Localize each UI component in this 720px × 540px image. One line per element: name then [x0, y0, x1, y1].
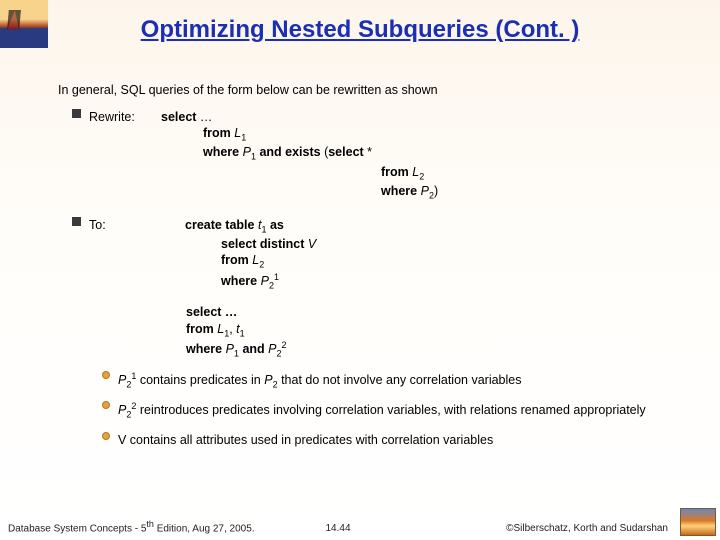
rewrite-label: Rewrite:	[89, 109, 161, 126]
kw-where: where	[221, 274, 261, 288]
kw-create-table: create table	[185, 218, 258, 232]
footer-copyright: ©Silberschatz, Korth and Sudarshan	[359, 523, 712, 534]
slide-body: In general, SQL queries of the form belo…	[58, 82, 684, 448]
square-bullet-icon	[72, 109, 81, 118]
star: *	[367, 145, 372, 159]
sailboat-logo	[0, 0, 48, 48]
sub: 1	[240, 328, 245, 338]
note-item: P22 reintroduces predicates involving co…	[102, 401, 684, 422]
kw-as: as	[266, 218, 283, 232]
kw-select: select	[328, 145, 367, 159]
var-P: P	[261, 274, 269, 288]
sub: 1	[241, 133, 246, 143]
sunset-logo	[680, 508, 716, 536]
kw-from: from	[203, 126, 234, 140]
sup: th	[146, 519, 154, 529]
kw-where: where	[381, 184, 421, 198]
txt: V contains all attributes used in predic…	[118, 432, 684, 449]
txt: that do not involve any correlation vari…	[278, 373, 522, 387]
kw-where: where	[186, 342, 226, 356]
rewrite-code: select … from L1 where P1 and exists (se…	[161, 109, 438, 203]
to-section: To: create table t1 as select distinct V…	[72, 217, 684, 293]
txt: …	[196, 110, 212, 124]
slide-footer: Database System Concepts - 5th Edition, …	[0, 519, 720, 534]
paren: )	[434, 184, 438, 198]
kw-from: from	[186, 322, 217, 336]
note-item: V contains all attributes used in predic…	[102, 432, 684, 449]
dot-bullet-icon	[102, 401, 110, 409]
txt: Edition, Aug 27, 2005.	[154, 523, 255, 534]
footer-slide-number: 14.44	[317, 523, 358, 534]
var-P: P	[421, 184, 429, 198]
footer-left: Database System Concepts - 5th Edition, …	[8, 519, 317, 534]
dot-bullet-icon	[102, 371, 110, 379]
kw-where: where	[203, 145, 243, 159]
txt: reintroduces predicates involving correl…	[136, 403, 645, 417]
kw-from: from	[221, 253, 252, 267]
var-P: P	[243, 145, 251, 159]
notes-list: P21 contains predicates in P2 that do no…	[102, 371, 684, 449]
var-V: V	[308, 237, 316, 251]
var-P: P	[226, 342, 234, 356]
intro-text: In general, SQL queries of the form belo…	[58, 82, 684, 99]
sub: 2	[259, 260, 264, 270]
kw-from: from	[381, 165, 412, 179]
sub: 2	[126, 410, 131, 420]
kw-and-exists: and exists	[256, 145, 324, 159]
sub: 2	[276, 349, 281, 359]
txt: contains predicates in	[136, 373, 264, 387]
to-code: create table t1 as select distinct V fro…	[185, 217, 316, 293]
sub: 2	[419, 171, 424, 181]
var-P: P	[264, 373, 272, 387]
kw-and: and	[239, 342, 268, 356]
kw-select: select …	[186, 305, 237, 319]
note-item: P21 contains predicates in P2 that do no…	[102, 371, 684, 392]
rewrite-section: Rewrite: select … from L1 where P1 and e…	[72, 109, 684, 203]
txt: Database System Concepts - 5	[8, 523, 146, 534]
select-block: select … from L1, t1 where P1 and P22	[186, 304, 684, 360]
dot-bullet-icon	[102, 432, 110, 440]
to-label: To:	[89, 217, 185, 293]
kw-select-distinct: select distinct	[221, 237, 308, 251]
slide-title: Optimizing Nested Subqueries (Cont. )	[0, 0, 720, 44]
sup: 2	[282, 340, 287, 350]
kw-select: select	[161, 110, 196, 124]
sup: 1	[274, 272, 279, 282]
square-bullet-icon	[72, 217, 81, 226]
